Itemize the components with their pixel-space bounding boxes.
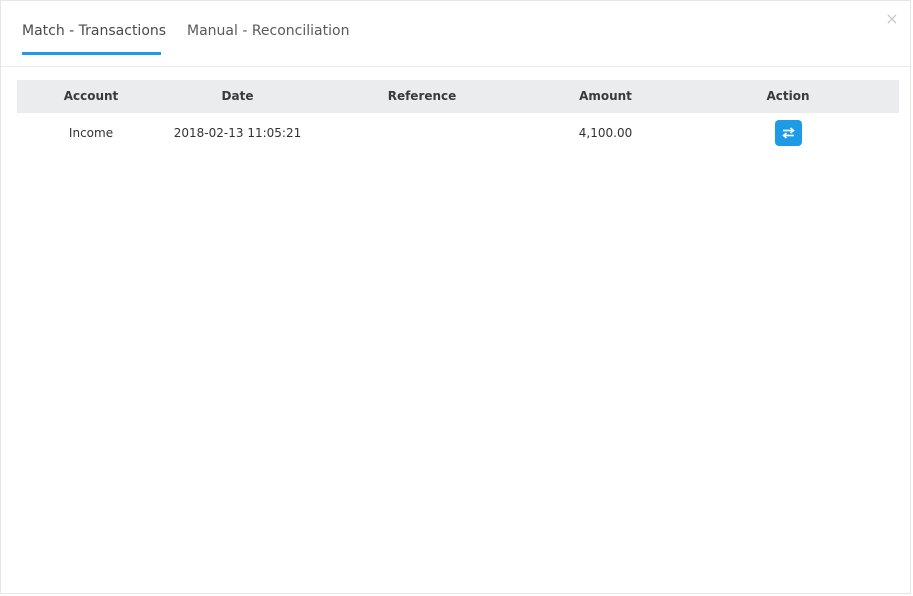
column-header-amount[interactable]: Amount — [534, 80, 677, 113]
column-header-reference[interactable]: Reference — [310, 80, 534, 113]
tab-match-transactions[interactable]: Match - Transactions — [22, 23, 166, 55]
column-header-action: Action — [766, 89, 810, 103]
transactions-table: Account Date Reference Amount Action Inc… — [17, 80, 899, 153]
tab-manual-reconciliation[interactable]: Manual - Reconciliation — [187, 23, 349, 55]
tab-label: Match - Transactions — [22, 23, 167, 39]
table-header: Account Date Reference Amount Action — [17, 80, 899, 113]
column-header-date[interactable]: Date — [165, 80, 310, 113]
exchange-arrows-icon — [782, 127, 795, 139]
cell-amount: 4,100.00 — [578, 126, 633, 140]
column-header-account[interactable]: Account — [17, 80, 165, 113]
cell-action — [677, 113, 899, 153]
cell-reference — [310, 113, 534, 153]
cell-date: 2018-02-13 11:05:21 — [173, 126, 302, 140]
cell-account: Income — [68, 126, 114, 140]
reconciliation-dialog: × Match - Transactions Manual - Reconcil… — [0, 0, 911, 594]
match-transaction-button[interactable] — [775, 120, 802, 146]
tab-label: Manual - Reconciliation — [187, 23, 350, 39]
table-row: Income 2018-02-13 11:05:21 4,100.00 — [17, 113, 899, 153]
tab-bar: Match - Transactions Manual - Reconcilia… — [1, 1, 910, 67]
active-tab-indicator — [22, 52, 161, 55]
